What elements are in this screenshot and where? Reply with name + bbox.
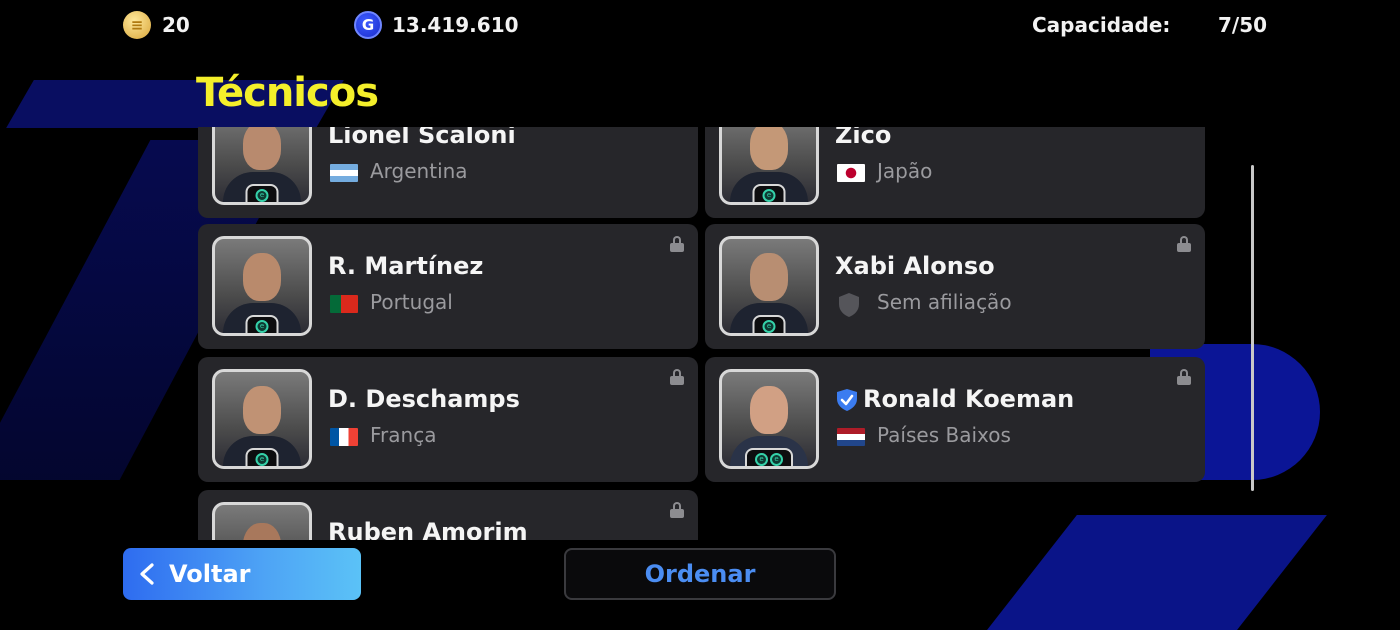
manager-name: D. Deschamps (328, 385, 520, 413)
coach-badge: e (245, 315, 279, 333)
verified-shield-icon (837, 389, 857, 411)
badge-icon: e (255, 319, 269, 333)
manager-country: Argentina (370, 159, 468, 183)
coach-badge: e (752, 184, 786, 202)
manager-card[interactable]: e D. Deschamps França (198, 357, 698, 482)
manager-country: Sem afiliação (877, 290, 1012, 314)
sort-button-label: Ordenar (644, 560, 756, 588)
ecoin-icon: ≡ (123, 11, 151, 39)
japan-flag-icon (837, 164, 865, 182)
lock-icon (670, 502, 684, 518)
coach-badge: e (245, 184, 279, 202)
manager-card[interactable]: e Zico Japão (705, 127, 1205, 218)
manager-card[interactable]: e Xabi Alonso Sem afiliação (705, 224, 1205, 349)
badge-icon: e (762, 319, 776, 333)
currency-bar: ≡ 20 G 13.419.610 Capacidade: 7/50 (0, 0, 1400, 50)
argentina-flag-icon (330, 164, 358, 182)
manager-card[interactable]: Ruben Amorim (198, 490, 698, 540)
lock-icon (1177, 369, 1191, 385)
manager-portrait: e (212, 127, 312, 205)
manager-name: Xabi Alonso (835, 252, 995, 280)
sort-button[interactable]: Ordenar (564, 548, 836, 600)
manager-portrait (212, 502, 312, 540)
manager-country: França (370, 423, 437, 447)
badge-icon: e (762, 188, 776, 202)
manager-name: Zico (835, 127, 892, 149)
coach-badge: e (752, 315, 786, 333)
coach-badge: ee (745, 448, 793, 466)
manager-card[interactable]: e R. Martínez Portugal (198, 224, 698, 349)
back-button[interactable]: Voltar (123, 548, 361, 600)
manager-card[interactable]: e Lionel Scaloni Argentina (198, 127, 698, 218)
ecoin-balance: 20 (162, 13, 190, 37)
gp-balance: 13.419.610 (392, 13, 519, 37)
manager-portrait: ee (719, 369, 819, 469)
shield-icon (839, 293, 859, 317)
lock-icon (670, 236, 684, 252)
badge-icon: e (255, 452, 269, 466)
back-button-label: Voltar (169, 560, 251, 588)
chevron-left-icon (140, 563, 154, 585)
manager-name: Lionel Scaloni (328, 127, 516, 149)
manager-portrait: e (719, 127, 819, 205)
capacity-value: 7/50 (1218, 13, 1268, 37)
manager-country: Japão (877, 159, 933, 183)
manager-portrait: e (719, 236, 819, 336)
manager-country: Portugal (370, 290, 453, 314)
manager-card[interactable]: ee Ronald Koeman Países Baixos (705, 357, 1205, 482)
portugal-flag-icon (330, 295, 358, 313)
coach-badge: e (245, 448, 279, 466)
list-scrollbar[interactable] (1251, 165, 1254, 491)
manager-country: Países Baixos (877, 423, 1011, 447)
manager-name: Ruben Amorim (328, 518, 528, 540)
manager-name: R. Martínez (328, 252, 484, 280)
netherlands-flag-icon (837, 428, 865, 446)
manager-list[interactable]: e Lionel Scaloni Argentina e Zico Japão … (196, 127, 1208, 540)
badge-icon: e (255, 188, 269, 202)
page-title: Técnicos (196, 70, 379, 116)
manager-name: Ronald Koeman (863, 385, 1075, 413)
france-flag-icon (330, 428, 358, 446)
badge-icon: e (770, 452, 783, 466)
gp-icon: G (354, 11, 382, 39)
manager-portrait: e (212, 369, 312, 469)
lock-icon (670, 369, 684, 385)
badge-icon: e (755, 452, 768, 466)
lock-icon (1177, 236, 1191, 252)
capacity-label: Capacidade: (1032, 13, 1171, 37)
manager-portrait: e (212, 236, 312, 336)
